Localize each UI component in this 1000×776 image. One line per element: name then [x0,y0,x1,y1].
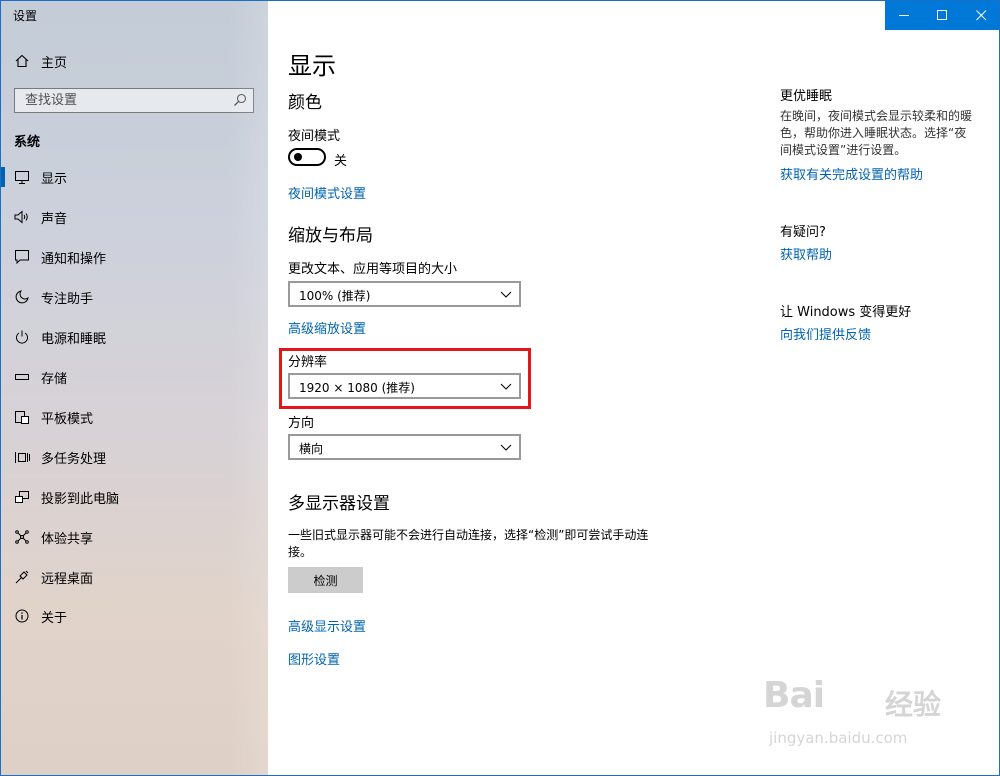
close-icon [976,10,987,21]
description-line: 一些旧式显示器可能不会进行自动连接，选择“检测”即可尝试手动连 [288,528,649,542]
resolution-value: 1920 × 1080 (推荐) [299,381,415,395]
page-title: 显示 [288,52,336,80]
section-label: 系统 [14,135,41,150]
orientation-value: 横向 [299,442,324,456]
description-line: 接。 [288,545,313,559]
sidebar-item-label: 专注助手 [41,291,94,307]
search-input[interactable] [15,89,225,112]
night-mode-settings-link[interactable]: 夜间模式设置 [288,183,366,202]
resolution-dropdown[interactable]: 1920 × 1080 (推荐) [288,373,521,399]
settings-window: 设置 主页 系统 显示 声音 [0,0,1000,776]
sidebar-item-label: 显示 [41,171,68,187]
sidebar-item-about[interactable]: 关于 [1,596,268,636]
sleep-heading: 更优睡眠 [780,89,833,104]
project-icon [14,489,30,505]
sidebar-item-storage[interactable]: 存储 [1,357,268,397]
speaker-icon [14,209,30,225]
sidebar-item-remote-desktop[interactable]: 远程桌面 [1,557,268,597]
home-icon [14,53,30,69]
sidebar-item-label: 主页 [41,55,68,71]
sidebar-item-notifications[interactable]: 通知和操作 [1,237,268,277]
close-button[interactable] [962,1,999,30]
sidebar-item-tablet[interactable]: 平板模式 [1,397,268,437]
description-line: 色，帮助你进入睡眠状态。选择“夜 [780,126,967,140]
multitask-icon [14,449,30,465]
feedback-link[interactable]: 向我们提供反馈 [780,324,871,343]
sidebar-item-label: 电源和睡眠 [41,331,107,347]
watermark-brand-cn: 经验 [885,688,942,721]
multi-display-description: 一些旧式显示器可能不会进行自动连接，选择“检测”即可尝试手动连 接。 [288,527,648,561]
sidebar: 设置 主页 系统 显示 声音 [1,1,268,775]
search-icon[interactable] [233,93,247,107]
sleep-description: 在晚间，夜间模式会显示较柔和的暖 色，帮助你进入睡眠状态。选择“夜 间模式设置”… [780,108,985,159]
advanced-scale-link[interactable]: 高级缩放设置 [288,318,366,337]
moon-icon [14,289,30,305]
sleep-help-link[interactable]: 获取有关完成设置的帮助 [780,164,923,183]
description-line: 间模式设置”进行设置。 [780,143,907,157]
chevron-down-icon [500,383,512,390]
sidebar-item-home[interactable]: 主页 [1,41,268,81]
orientation-dropdown[interactable]: 横向 [288,434,521,460]
monitor-icon [14,169,30,185]
sidebar-item-display[interactable]: 显示 [1,157,268,197]
night-mode-toggle[interactable] [288,148,326,166]
description-line: 在晚间，夜间模式会显示较柔和的暖 [780,109,973,123]
minimize-icon [898,15,909,16]
maximize-button[interactable] [924,1,963,30]
night-mode-state: 关 [334,154,348,169]
sidebar-item-label: 多任务处理 [41,451,107,467]
power-icon [14,329,30,345]
watermark-brand: Bai [763,675,825,716]
share-icon [14,529,30,545]
sidebar-item-shared-experiences[interactable]: 体验共享 [1,517,268,557]
sidebar-item-multitasking[interactable]: 多任务处理 [1,437,268,477]
sidebar-item-label: 平板模式 [41,411,94,427]
remote-icon [14,569,30,585]
sidebar-item-focus-assist[interactable]: 专注助手 [1,277,268,317]
color-heading: 颜色 [288,93,322,113]
orientation-label: 方向 [288,416,315,431]
sidebar-item-sound[interactable]: 声音 [1,197,268,237]
maximize-icon [937,10,948,20]
sidebar-item-label: 关于 [41,610,68,626]
tablet-icon [14,409,30,425]
multi-display-heading: 多显示器设置 [288,494,390,514]
minimize-button[interactable] [885,1,924,30]
scale-label: 更改文本、应用等项目的大小 [288,262,458,277]
scale-layout-heading: 缩放与布局 [288,226,373,246]
chevron-down-icon [500,444,512,451]
graphics-settings-link[interactable]: 图形设置 [288,649,340,668]
detect-button[interactable]: 检测 [288,567,363,593]
night-mode-label: 夜间模式 [288,129,341,144]
window-title: 设置 [13,9,38,23]
sidebar-item-label: 通知和操作 [41,251,107,267]
search-field[interactable] [14,88,254,113]
baidu-watermark: Bai 经验 jingyan.baidu.com [761,669,981,759]
get-help-link[interactable]: 获取帮助 [780,244,832,263]
chevron-down-icon [500,291,512,298]
sidebar-item-label: 体验共享 [41,531,94,547]
sidebar-item-label: 存储 [41,371,68,387]
window-controls [885,1,999,30]
storage-icon [14,369,30,385]
scale-dropdown[interactable]: 100% (推荐) [288,281,521,307]
sidebar-item-projecting[interactable]: 投影到此电脑 [1,477,268,517]
improve-windows-heading: 让 Windows 变得更好 [780,305,912,320]
sidebar-item-label: 远程桌面 [41,571,94,587]
toggle-knob [294,153,302,161]
question-heading: 有疑问? [780,225,826,240]
scale-value: 100% (推荐) [299,289,371,303]
sidebar-item-power[interactable]: 电源和睡眠 [1,317,268,357]
sidebar-item-label: 声音 [41,211,68,227]
info-icon [14,608,30,624]
sidebar-item-label: 投影到此电脑 [41,491,120,507]
resolution-label: 分辨率 [288,355,328,370]
notification-icon [14,249,30,265]
watermark-url: jingyan.baidu.com [769,729,908,747]
advanced-display-link[interactable]: 高级显示设置 [288,616,366,635]
